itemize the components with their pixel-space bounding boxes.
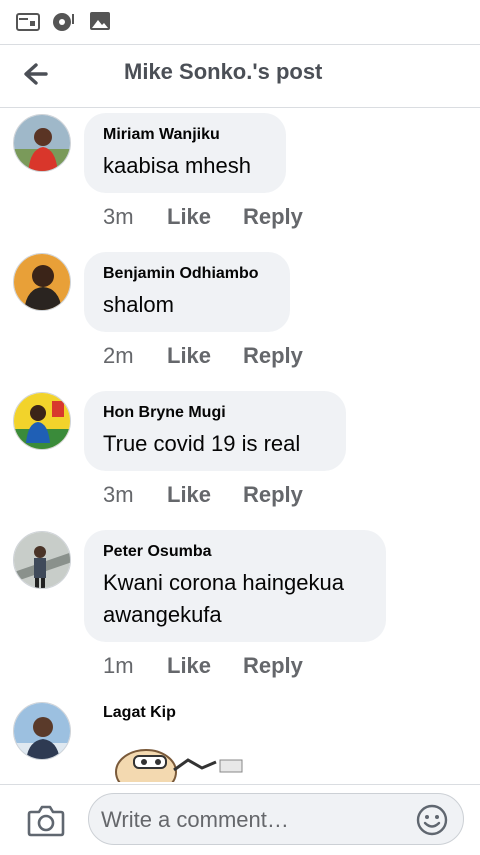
avatar[interactable]	[13, 392, 71, 450]
comment-composer	[0, 784, 480, 855]
comments-list: Miriam Wanjiku kaabisa mhesh 3m Like Reply…	[0, 108, 480, 784]
like-button[interactable]: Like	[167, 482, 243, 508]
status-bar	[0, 0, 480, 44]
avatar[interactable]	[13, 253, 71, 311]
like-button[interactable]: Like	[167, 343, 243, 369]
comment-actions: 3m Like Reply	[103, 482, 303, 508]
sticker-image[interactable]	[108, 742, 298, 782]
post-header: Mike Sonko.'s post	[0, 44, 480, 108]
comment-text: Kwani corona haingekua awangekufa	[103, 570, 344, 627]
comment-time: 3m	[103, 204, 134, 229]
comment-text: True covid 19 is real	[103, 431, 301, 456]
comment-bubble: Peter Osumba Kwani corona haingekua awan…	[84, 530, 386, 642]
arrow-left-icon[interactable]	[18, 57, 54, 93]
like-button[interactable]: Like	[167, 653, 243, 679]
emoji-icon[interactable]	[415, 803, 449, 837]
comment-item: Peter Osumba Kwani corona haingekua awan…	[0, 525, 480, 696]
comment-time: 3m	[103, 482, 134, 507]
comment-author[interactable]: Miriam Wanjiku	[103, 126, 266, 144]
like-button[interactable]: Like	[167, 204, 243, 230]
avatar[interactable]	[13, 702, 71, 760]
comment-author[interactable]: Lagat Kip	[103, 704, 176, 722]
reply-button[interactable]: Reply	[243, 343, 303, 369]
reply-button[interactable]: Reply	[243, 204, 303, 230]
comment-item: Hon Bryne Mugi True covid 19 is real 3m L…	[0, 386, 480, 525]
comment-time: 2m	[103, 343, 134, 368]
comment-actions: 2m Like Reply	[103, 343, 303, 369]
comment-time: 1m	[103, 653, 134, 678]
comment-item: Lagat Kip	[0, 696, 480, 784]
avatar[interactable]	[13, 531, 71, 589]
comment-author[interactable]: Peter Osumba	[103, 543, 366, 561]
page-title: Mike Sonko.'s post	[124, 59, 323, 84]
comment-bubble: Hon Bryne Mugi True covid 19 is real	[84, 391, 346, 471]
comment-bubble: Miriam Wanjiku kaabisa mhesh	[84, 113, 286, 193]
comment-text: kaabisa mhesh	[103, 153, 251, 178]
comment-actions: 3m Like Reply	[103, 204, 303, 230]
avatar[interactable]	[13, 114, 71, 172]
comment-author[interactable]: Hon Bryne Mugi	[103, 404, 326, 422]
reply-button[interactable]: Reply	[243, 653, 303, 679]
music-disc-icon	[53, 13, 74, 31]
comment-item: Miriam Wanjiku kaabisa mhesh 3m Like Reply	[0, 108, 480, 247]
comment-field	[88, 793, 464, 845]
comment-text: shalom	[103, 292, 174, 317]
calendar-icon	[16, 13, 40, 31]
comment-input[interactable]	[99, 802, 403, 838]
reply-button[interactable]: Reply	[243, 482, 303, 508]
comment-author[interactable]: Benjamin Odhiambo	[103, 265, 270, 283]
camera-icon[interactable]	[26, 802, 66, 838]
image-icon	[90, 12, 110, 30]
comment-item: Benjamin Odhiambo shalom 2m Like Reply	[0, 247, 480, 386]
comment-bubble: Benjamin Odhiambo shalom	[84, 252, 290, 332]
comment-actions: 1m Like Reply	[103, 653, 303, 679]
